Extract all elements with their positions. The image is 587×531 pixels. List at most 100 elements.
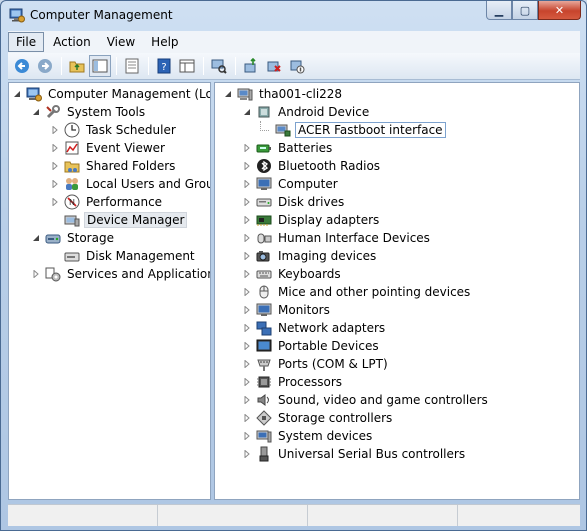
expand-arrow-icon[interactable]	[50, 125, 60, 135]
expand-arrow-icon[interactable]	[50, 161, 60, 171]
expand-arrow-icon[interactable]	[242, 143, 252, 153]
tree-item-label: Event Viewer	[86, 141, 165, 155]
tree-item-batteries[interactable]: Batteries	[242, 139, 334, 157]
device-tree-pane[interactable]: tha001-cli228 Android Device ACER Fastboot…	[214, 82, 580, 500]
collapse-arrow-icon[interactable]	[242, 107, 252, 117]
close-button[interactable]: ✕	[538, 1, 581, 20]
tree-item-system-devices[interactable]: System devices	[242, 427, 374, 445]
tree-item-task-scheduler[interactable]: Task Scheduler	[50, 121, 178, 139]
tree-item-device-manager[interactable]: Device Manager	[50, 211, 188, 229]
status-cell	[158, 505, 308, 526]
collapse-arrow-icon[interactable]	[223, 89, 233, 99]
tree-item-network-adapters[interactable]: Network adapters	[242, 319, 387, 337]
tree-item-disk-drives[interactable]: Disk drives	[242, 193, 346, 211]
tree-item-local-users-and-groups[interactable]: Local Users and Groups	[50, 175, 210, 193]
tree-item-human-interface-devices[interactable]: Human Interface Devices	[242, 229, 432, 247]
expand-arrow-icon[interactable]	[242, 377, 252, 387]
uninstall-button[interactable]	[263, 55, 285, 77]
tree-item-label: Bluetooth Radios	[278, 159, 381, 173]
disable-button[interactable]	[286, 55, 308, 77]
hid-icon	[257, 233, 272, 244]
expand-arrow-icon[interactable]	[50, 197, 60, 207]
event-viewer-icon	[65, 141, 79, 155]
tree-item-monitors[interactable]: Monitors	[242, 301, 332, 319]
tree-item-computer[interactable]: Computer	[242, 175, 340, 193]
expand-arrow-icon[interactable]	[242, 323, 252, 333]
tree-item-processors[interactable]: Processors	[242, 373, 344, 391]
tree-item-label: Mice and other pointing devices	[278, 285, 471, 299]
collapse-arrow-icon[interactable]	[12, 89, 22, 99]
tree-item-storage[interactable]: Storage	[31, 229, 116, 247]
tree-item-keyboards[interactable]: Keyboards	[242, 265, 343, 283]
tree-item-acer-fastboot-interface[interactable]: ACER Fastboot interface	[261, 121, 446, 139]
menu-action[interactable]: Action	[46, 33, 98, 51]
tree-item-label: Device Manager	[84, 212, 188, 228]
tree-item-shared-folders[interactable]: Shared Folders	[50, 157, 177, 175]
tree-item-universal-serial-bus-controllers[interactable]: Universal Serial Bus controllers	[242, 445, 467, 463]
tree-item-system-tools[interactable]: System Tools	[31, 103, 147, 121]
back-icon	[15, 59, 29, 73]
console-tree-pane[interactable]: Computer Management (Local) System Tools T…	[8, 82, 211, 500]
tree-item-portable-devices[interactable]: Portable Devices	[242, 337, 381, 355]
scan-hardware-button[interactable]	[208, 55, 230, 77]
up-folder-button[interactable]	[66, 55, 88, 77]
keyboard-icon	[256, 270, 272, 279]
tree-item-performance[interactable]: N Performance	[50, 193, 164, 211]
collapse-arrow-icon[interactable]	[31, 233, 41, 243]
expand-arrow-icon[interactable]	[50, 179, 60, 189]
maximize-button[interactable]: ▢	[512, 1, 538, 20]
expand-arrow-icon[interactable]	[242, 233, 252, 243]
tree-item-mice-and-other-pointing-devices[interactable]: Mice and other pointing devices	[242, 283, 472, 301]
back-button[interactable]	[11, 55, 33, 77]
menu-view[interactable]: View	[100, 33, 142, 51]
tree-item-display-adapters[interactable]: Display adapters	[242, 211, 381, 229]
tree-item-android-device[interactable]: Android Device	[242, 103, 371, 121]
tree-item-imaging-devices[interactable]: Imaging devices	[242, 247, 378, 265]
tree-item-tha001-cli228[interactable]: tha001-cli228	[223, 85, 344, 103]
expand-arrow-icon[interactable]	[242, 197, 252, 207]
minimize-button[interactable]: ▁	[486, 1, 512, 20]
tree-item-sound-video-and-game-controllers[interactable]: Sound, video and game controllers	[242, 391, 490, 409]
expand-arrow-icon[interactable]	[50, 143, 60, 153]
expand-arrow-icon[interactable]	[242, 395, 252, 405]
expand-arrow-icon[interactable]	[242, 431, 252, 441]
title-bar[interactable]: Computer Management ▁ ▢ ✕	[1, 1, 586, 30]
expand-arrow-icon[interactable]	[242, 161, 252, 171]
scan-hardware-icon	[211, 59, 227, 74]
expand-arrow-icon[interactable]	[242, 251, 252, 261]
menu-file[interactable]: File	[8, 32, 45, 52]
display-adapter-icon	[256, 215, 272, 226]
show-hide-tree-button[interactable]	[89, 55, 111, 77]
tools-icon	[46, 105, 60, 119]
expand-arrow-icon[interactable]	[242, 449, 252, 459]
update-driver-button[interactable]	[240, 55, 262, 77]
processor-icon	[257, 376, 271, 388]
expand-arrow-icon[interactable]	[242, 269, 252, 279]
tree-item-ports-com-lpt[interactable]: Ports (COM & LPT)	[242, 355, 390, 373]
help-button[interactable]: ?	[153, 55, 175, 77]
tree-item-services-and-applications[interactable]: Services and Applications	[31, 265, 210, 283]
properties-button[interactable]	[121, 55, 143, 77]
expand-arrow-icon[interactable]	[242, 287, 252, 297]
view-button[interactable]	[176, 55, 198, 77]
tree-item-computer-management-local[interactable]: Computer Management (Local)	[12, 85, 210, 103]
expand-arrow-icon[interactable]	[242, 179, 252, 189]
expand-arrow-icon[interactable]	[242, 215, 252, 225]
menu-help[interactable]: Help	[144, 33, 185, 51]
expand-arrow-icon[interactable]	[242, 305, 252, 315]
forward-button[interactable]	[34, 55, 56, 77]
expand-arrow-icon[interactable]	[242, 413, 252, 423]
tree-item-disk-management[interactable]: Disk Management	[50, 247, 197, 265]
expand-arrow-icon[interactable]	[242, 341, 252, 351]
tree-item-event-viewer[interactable]: Event Viewer	[50, 139, 167, 157]
network-icon	[256, 321, 272, 336]
expand-arrow-icon[interactable]	[242, 359, 252, 369]
collapse-arrow-icon[interactable]	[31, 107, 41, 117]
tree-item-storage-controllers[interactable]: Storage controllers	[242, 409, 394, 427]
clock-icon	[64, 122, 80, 138]
shared-folders-icon	[64, 161, 80, 173]
tree-item-bluetooth-radios[interactable]: Bluetooth Radios	[242, 157, 382, 175]
computer-icon	[237, 88, 253, 101]
expand-arrow-icon[interactable]	[31, 269, 41, 279]
